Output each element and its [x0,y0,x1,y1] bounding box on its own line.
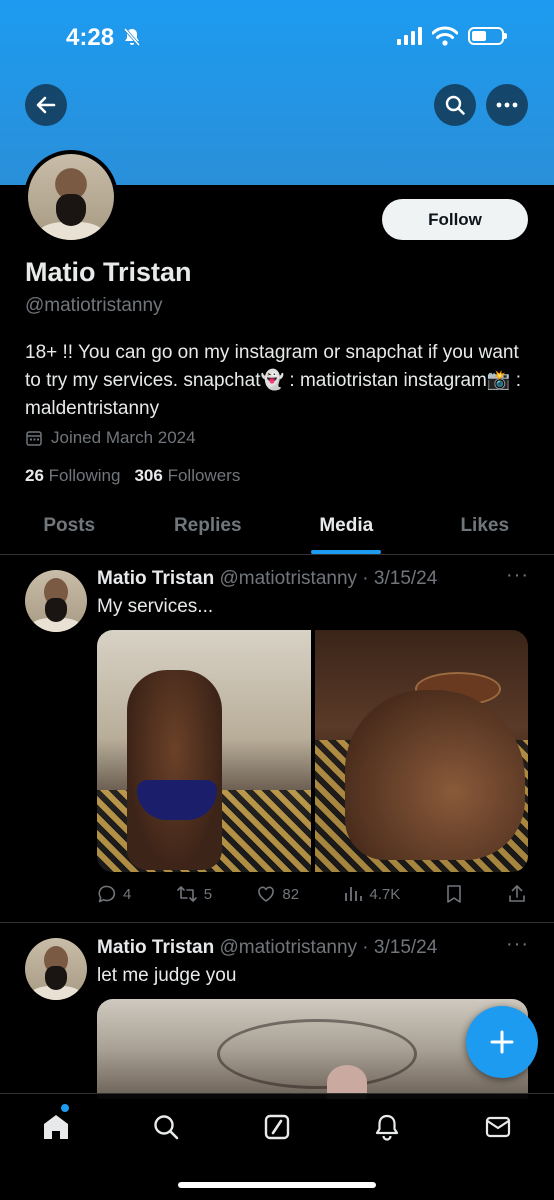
tweet-header: Matio Tristan @matiotristanny · 3/15/24 [97,568,437,590]
tweet-avatar[interactable] [25,570,87,632]
tab-posts[interactable]: Posts [0,500,139,554]
joined-text: Joined March 2024 [51,428,196,447]
media-image-2[interactable] [314,630,528,872]
repost-count: 5 [203,885,213,903]
tab-replies[interactable]: Replies [139,500,278,554]
cellular-signal-icon [397,27,422,45]
envelope-icon [485,1116,511,1138]
tweet-avatar[interactable] [25,938,87,1000]
reply-icon [98,885,116,903]
home-icon [44,1115,68,1139]
back-button[interactable] [25,84,67,126]
tweet-more-button[interactable]: ··· [506,933,529,956]
bell-icon [375,1114,399,1141]
followers-link[interactable]: 306 Followers [134,466,240,486]
avatar-image [28,154,114,240]
nav-grok[interactable] [261,1111,293,1143]
repost-button[interactable]: 5 [176,884,212,904]
followers-label: Followers [167,466,241,485]
slash-square-icon [264,1114,290,1140]
share-icon [509,885,525,902]
plus-icon [490,1030,514,1054]
followers-count: 306 [134,466,163,485]
bell-off-icon [123,28,141,46]
calendar-icon [26,431,42,446]
tweet-media[interactable] [97,999,528,1099]
media-image-1[interactable] [97,630,311,872]
tweet-text: let me judge you [97,965,237,986]
more-options-button[interactable] [486,84,528,126]
tweet-more-button[interactable]: ··· [506,564,529,587]
following-count: 26 [25,466,44,485]
home-indicator[interactable] [178,1182,376,1188]
tweet-actions: 4 5 82 4.7K [97,884,527,904]
search-icon [154,1115,179,1140]
tweet-meta: @matiotristanny · 3/15/24 [219,937,438,958]
tweet-author-name[interactable]: Matio Tristan [97,568,214,589]
joined-date: Joined March 2024 [25,428,196,448]
nav-notifications[interactable] [371,1111,403,1143]
share-button[interactable] [507,884,527,904]
tweet-header: Matio Tristan @matiotristanny · 3/15/24 [97,937,437,959]
like-count: 82 [282,885,300,903]
compose-fab-button[interactable] [466,1006,538,1078]
like-button[interactable]: 82 [256,884,299,904]
status-bar: 4:28 [0,0,554,72]
bookmark-icon [446,885,461,903]
nav-home[interactable] [40,1111,72,1143]
tweet-divider [0,922,554,923]
tweet-meta: @matiotristanny · 3/15/24 [219,568,438,589]
profile-bio: 18+ !! You can go on my instagram or sna… [25,342,522,419]
nav-messages[interactable] [482,1111,514,1143]
reply-count: 4 [123,885,132,903]
battery-icon [468,27,507,45]
views-count: 4.7K [369,885,401,903]
views-button[interactable]: 4.7K [343,884,400,904]
bookmark-button[interactable] [445,884,463,904]
profile-handle: @matiotristanny [25,295,163,316]
arrow-left-icon [36,96,56,114]
following-link[interactable]: 26 Following [25,466,120,486]
tweet-text: My services... [97,596,214,617]
tweet-author-name[interactable]: Matio Tristan [97,937,214,958]
profile-avatar[interactable] [24,150,118,244]
search-icon [445,95,465,115]
home-notification-dot [61,1104,69,1112]
reply-button[interactable]: 4 [97,884,131,904]
status-time: 4:28 [66,24,115,51]
profile-name: Matio Tristan [25,257,192,287]
search-button[interactable] [434,84,476,126]
ellipsis-icon [496,102,518,108]
follow-button[interactable]: Follow [382,199,528,240]
tab-likes[interactable]: Likes [416,500,554,554]
nav-search[interactable] [150,1111,182,1143]
tab-media[interactable]: Media [277,500,416,554]
profile-tabs: Posts Replies Media Likes [0,500,554,555]
follow-stats: 26 Following 306 Followers [25,466,240,486]
heart-icon [258,886,275,902]
repost-icon [176,886,197,902]
tweet-media[interactable] [97,630,528,872]
wifi-icon [432,26,458,46]
analytics-icon [345,887,363,901]
following-label: Following [48,466,121,485]
